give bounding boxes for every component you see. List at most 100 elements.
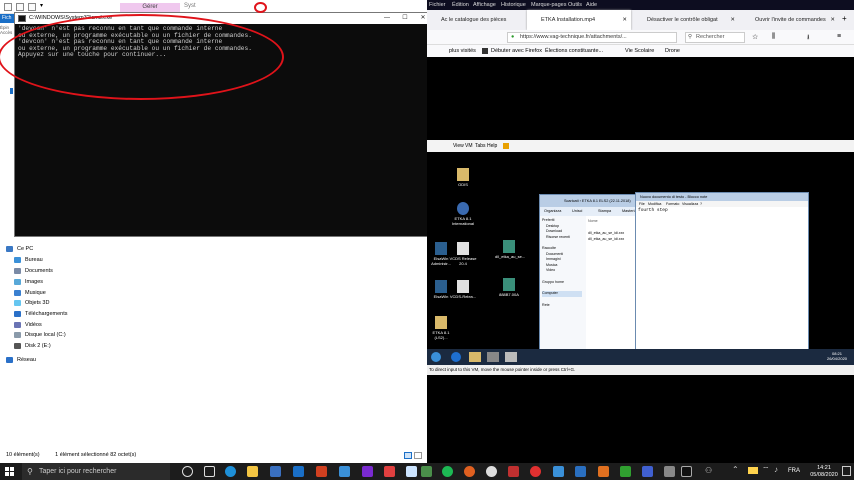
tiles-view-icon[interactable] [414, 452, 422, 459]
tree-item-documents[interactable]: Documents [14, 266, 53, 276]
desktop-icon-etka-ls2[interactable]: ETKA 8.1 (LS2)... [427, 316, 455, 340]
save-icon[interactable] [4, 3, 12, 11]
app-icon[interactable] [508, 466, 519, 477]
tree-item-disque-c[interactable]: Disque local (C:) [14, 330, 66, 340]
tree-item-bureau[interactable]: Bureau [14, 255, 43, 265]
bookmark-elections[interactable]: Élections constituante... [545, 45, 603, 57]
tab-close-icon[interactable]: ✕ [730, 10, 735, 30]
bookmark-debuter[interactable]: Débuter avec Firefox [491, 45, 542, 57]
notepad-text[interactable]: fourth step [638, 208, 668, 213]
app-icon[interactable] [575, 466, 586, 477]
office-icon[interactable] [316, 466, 327, 477]
language-indicator[interactable]: FRA [788, 468, 800, 474]
nav-item[interactable]: Computer [542, 291, 582, 297]
tree-item-telechargements[interactable]: Téléchargements [14, 309, 68, 319]
vm-ie-icon[interactable] [451, 352, 461, 362]
edge-icon[interactable] [225, 466, 236, 477]
print-button[interactable]: Stampa [598, 207, 611, 216]
tab-close-icon[interactable]: ✕ [830, 10, 835, 30]
tree-item-musique[interactable]: Musique [14, 288, 46, 298]
tree-item-reseau[interactable]: Réseau [6, 355, 36, 365]
menu-icon[interactable]: ≡ [837, 33, 841, 40]
action-center-icon[interactable] [842, 466, 851, 476]
vm-menu-vm[interactable]: VM [465, 140, 473, 152]
tab-close-icon[interactable]: ✕ [622, 10, 627, 30]
desktop-icon-888b7[interactable]: 888B7.00A [495, 278, 523, 298]
nav-item[interactable]: Video [542, 268, 582, 274]
vm-notepad-taskbar-icon[interactable] [505, 352, 517, 362]
menu-outils[interactable]: Outils [568, 0, 582, 10]
tab-invite-commandes[interactable]: Ouvrir l'invite de commandes ✕ [741, 10, 839, 30]
vm-menu-help[interactable]: Help [487, 140, 497, 152]
manage-tab[interactable]: Gérer [120, 3, 180, 12]
bookmark-most-visited[interactable]: plus visités [449, 45, 476, 57]
nav-item[interactable]: Rete [542, 303, 582, 309]
tab-desactiver[interactable]: Désactiver le contrôle obligat ✕ [633, 10, 739, 30]
vm-window[interactable]: View VM Tabs Help ODIS ETKA 8.1 Internat… [427, 140, 854, 375]
app-icon[interactable] [362, 466, 373, 477]
nav-item[interactable]: Risorse recenti [542, 235, 582, 241]
vm-menu-view[interactable]: View [453, 140, 464, 152]
star-icon[interactable]: ☆ [752, 33, 758, 41]
menu-aide[interactable]: Aide [586, 0, 597, 10]
minimize-icon[interactable]: — [379, 13, 395, 24]
app-icon[interactable] [642, 466, 653, 477]
tree-item-objets-3d[interactable]: Objets 3D [14, 298, 49, 308]
task-view-icon[interactable] [204, 466, 215, 477]
vm-menu-tabs[interactable]: Tabs [475, 140, 486, 152]
taskbar-search-input[interactable]: ⚲ Taper ici pour rechercher [22, 463, 170, 480]
app-icon[interactable] [486, 466, 497, 477]
desktop-icon-etka[interactable]: ETKA 8.1 International [449, 202, 477, 226]
app-icon[interactable] [384, 466, 395, 477]
app-icon[interactable] [598, 466, 609, 477]
tab-catalogue[interactable]: Ac le catalogue des pièces [427, 10, 525, 30]
url-bar[interactable]: ● https://www.vag-technique.fr/attachmen… [507, 32, 677, 43]
vm-notepad-window[interactable]: Nuovo documento di testo - Blocco note F… [635, 192, 809, 364]
windows-start-icon[interactable] [5, 467, 14, 476]
people-icon[interactable]: ⚇ [705, 466, 712, 475]
explorer-active-icon[interactable] [406, 466, 417, 477]
app-icon[interactable] [620, 466, 631, 477]
app-icon[interactable] [530, 466, 541, 477]
pause-icon[interactable] [503, 143, 509, 149]
search-box[interactable]: ⚲ Rechercher [685, 32, 745, 43]
details-view-icon[interactable] [404, 452, 412, 459]
tree-item-images[interactable]: Images [14, 277, 43, 287]
wifi-icon[interactable]: ⌔ [762, 465, 770, 475]
vm-explorer-taskbar-icon[interactable] [469, 352, 481, 362]
new-tab-icon[interactable]: + [842, 14, 847, 23]
notification-app-icon[interactable] [748, 467, 758, 474]
nav-item[interactable]: Gruppo home [542, 280, 582, 286]
menu-historique[interactable]: Historique [501, 0, 526, 10]
desktop-icon-dll-etka[interactable]: dll_etka_au_se... [495, 240, 525, 260]
download-icon[interactable]: ⭳ [807, 33, 809, 44]
tree-item-disk-e[interactable]: Disk 2 (E:) [14, 341, 51, 351]
notepad-menu-help[interactable]: ? [700, 201, 702, 207]
system-clock[interactable]: 14:21 05/08/2020 [808, 465, 840, 478]
store-icon[interactable] [270, 466, 281, 477]
desktop-icon-vcds[interactable]: VCDS-Relea... [449, 280, 477, 300]
notepad-menu-view[interactable]: Visualizza [682, 201, 698, 207]
maximize-icon[interactable]: ☐ [397, 13, 413, 24]
desktop-icon-vcds-release[interactable]: VCDS Release 20.4 [449, 242, 477, 266]
desktop-icon-odis[interactable]: ODIS [449, 168, 477, 188]
merge-button[interactable]: Unisci [572, 207, 582, 216]
bookmark-drone[interactable]: Drone [665, 45, 680, 57]
vm-start-icon[interactable] [431, 352, 441, 362]
file-explorer-taskbar-icon[interactable] [247, 466, 258, 477]
notepad-menu-format[interactable]: Formato [666, 201, 679, 207]
folder-icon[interactable] [28, 3, 36, 11]
menu-fichier[interactable]: Fichier [429, 0, 446, 10]
notepad-menu-file[interactable]: File [639, 201, 645, 207]
menu-marque-pages[interactable]: Marque-pages [531, 0, 566, 10]
show-hidden-icons-icon[interactable]: ⌃ [732, 465, 739, 474]
menu-affichage[interactable]: Affichage [473, 0, 496, 10]
app-icon[interactable] [339, 466, 350, 477]
menu-edition[interactable]: Édition [452, 0, 469, 10]
volume-icon[interactable]: ♪ [774, 465, 778, 474]
app-icon[interactable] [421, 466, 432, 477]
vm-taskbar-app-icon[interactable] [487, 352, 499, 362]
spotify-icon[interactable] [442, 466, 453, 477]
library-icon[interactable]: ⫼ [772, 33, 775, 41]
bookmark-vie-scolaire[interactable]: Vie Scolaire [625, 45, 654, 57]
